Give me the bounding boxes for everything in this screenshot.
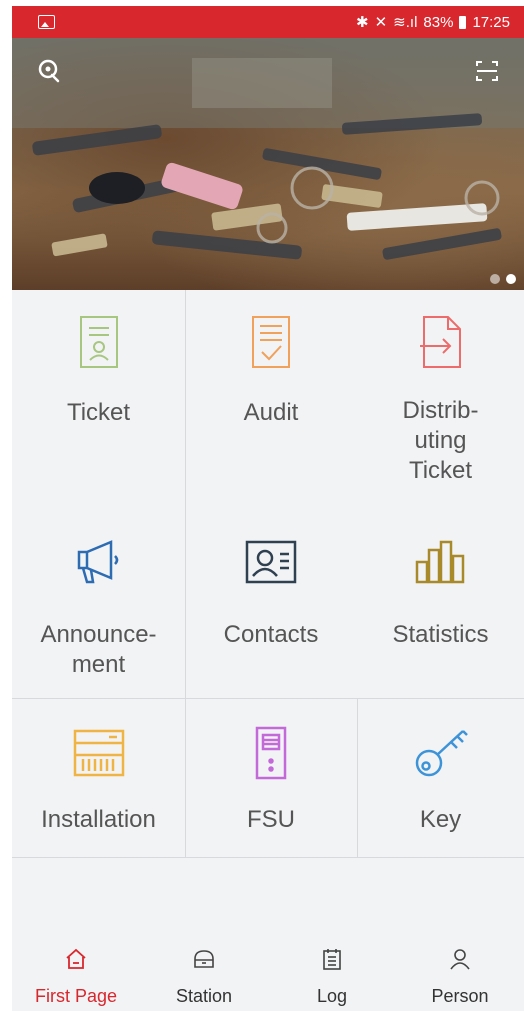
- announcement-icon: [69, 532, 129, 592]
- clock: 17:25: [472, 13, 510, 31]
- installation-label: Installation: [41, 806, 156, 833]
- keys-photo: [12, 38, 524, 260]
- distributing-ticket-label: Distrib- uting Ticket: [402, 397, 479, 484]
- battery-percent: 83%: [423, 13, 454, 31]
- contacts-label: Contacts: [223, 621, 319, 648]
- status-bar: ✱ ✕ ≋.ıl 83% 17:25: [12, 6, 524, 38]
- divider: [357, 699, 358, 858]
- nav-station-label: Station: [175, 986, 233, 1006]
- station-icon: [191, 944, 217, 974]
- scan-icon[interactable]: [474, 58, 504, 88]
- installation-tile[interactable]: Installation: [12, 699, 185, 858]
- carousel-dot-active[interactable]: [506, 274, 516, 284]
- statistics-tile[interactable]: Statistics: [357, 494, 524, 699]
- battery-icon: [459, 15, 467, 29]
- feature-grid: Ticket Audit Distrib- uting Ticket Annou…: [12, 290, 524, 858]
- divider: [185, 290, 186, 858]
- fsu-tile[interactable]: FSU: [185, 699, 357, 858]
- divider: [12, 857, 524, 858]
- fsu-icon: [241, 723, 301, 783]
- nav-person[interactable]: Person: [396, 936, 524, 1011]
- mute-icon: ✕: [374, 14, 388, 31]
- statistics-label: Statistics: [392, 621, 489, 648]
- bottom-nav: First Page Station Log Person: [12, 936, 524, 1011]
- distributing-ticket-icon: [411, 312, 471, 372]
- nav-person-label: Person: [431, 986, 489, 1006]
- audit-tile[interactable]: Audit: [185, 290, 357, 494]
- announcement-label: Announce- ment: [40, 621, 157, 678]
- wifi-signal-icon: ≋.ıl: [393, 14, 418, 31]
- search-key-icon[interactable]: [36, 58, 66, 88]
- ticket-tile[interactable]: Ticket: [12, 290, 185, 494]
- installation-icon: [69, 723, 129, 783]
- nav-first-page-label: First Page: [34, 986, 118, 1006]
- contacts-tile[interactable]: Contacts: [185, 494, 357, 699]
- distributing-ticket-tile[interactable]: Distrib- uting Ticket: [357, 290, 524, 494]
- nav-first-page[interactable]: First Page: [12, 936, 140, 1011]
- ticket-label: Ticket: [66, 399, 131, 426]
- announcement-tile[interactable]: Announce- ment: [12, 494, 185, 699]
- nav-log-label: Log: [316, 986, 348, 1006]
- key-label: Key: [419, 806, 462, 833]
- image-notification-icon: [38, 15, 55, 29]
- status-indicators: ✱ ✕ ≋.ıl 83% 17:25: [356, 13, 510, 32]
- log-icon: [320, 944, 344, 974]
- ticket-icon: [69, 312, 129, 372]
- carousel-dot[interactable]: [490, 274, 500, 284]
- key-tile[interactable]: Key: [357, 699, 524, 858]
- fsu-label: FSU: [247, 806, 295, 833]
- nav-station[interactable]: Station: [140, 936, 268, 1011]
- bluetooth-icon: ✱: [356, 14, 369, 31]
- audit-icon: [241, 312, 301, 372]
- carousel-indicator: [490, 274, 516, 284]
- nav-log[interactable]: Log: [268, 936, 396, 1011]
- statistics-icon: [411, 532, 471, 592]
- banner-carousel[interactable]: [12, 38, 524, 290]
- contacts-icon: [241, 532, 301, 592]
- divider: [12, 698, 524, 699]
- key-icon: [411, 723, 471, 783]
- audit-label: Audit: [243, 399, 299, 426]
- app-screen: ✱ ✕ ≋.ıl 83% 17:25 Ticket Audit Distrib-…: [12, 6, 524, 1011]
- home-icon: [64, 944, 88, 974]
- person-icon: [448, 944, 472, 974]
